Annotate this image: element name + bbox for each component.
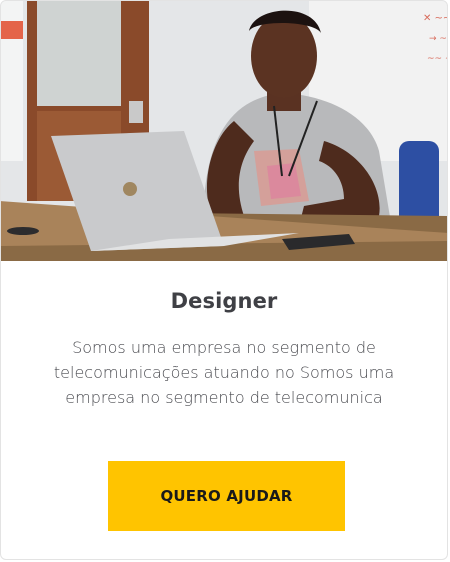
photo-illustration: ✕ ~~ → ~ ~~ ~ bbox=[1, 1, 447, 261]
card-title: Designer bbox=[170, 289, 278, 313]
svg-text:→ ~: → ~ bbox=[429, 34, 447, 44]
volunteer-role-card: ✕ ~~ → ~ ~~ ~ bbox=[0, 0, 448, 560]
svg-text:✕ ~~: ✕ ~~ bbox=[423, 13, 447, 24]
card-description: Somos uma empresa no segmento de telecom… bbox=[53, 338, 395, 407]
card-body: Designer Somos uma empresa no segmento d… bbox=[1, 261, 447, 410]
card-photo: ✕ ~~ → ~ ~~ ~ bbox=[1, 1, 447, 261]
svg-text:~~ ~: ~~ ~ bbox=[427, 54, 447, 64]
quero-ajudar-button[interactable]: QUERO AJUDAR bbox=[108, 461, 345, 531]
